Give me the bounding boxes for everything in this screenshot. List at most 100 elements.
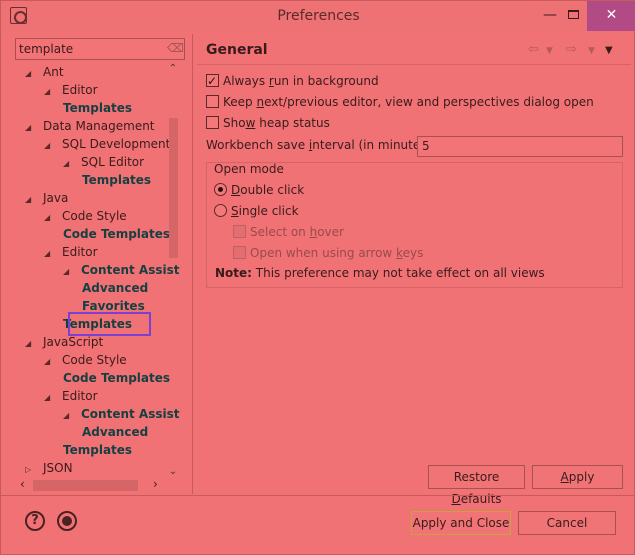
expand-toggle-icon[interactable]: ◢	[63, 155, 71, 173]
tree-node[interactable]: Advanced	[82, 423, 148, 441]
label: ext/previous editor, view and perspectiv…	[264, 95, 594, 109]
pane-divider[interactable]	[192, 34, 193, 494]
scroll-left-icon[interactable]: ‹	[20, 477, 25, 491]
tree-node-label: Ant	[43, 65, 64, 79]
tree-node[interactable]: ◢ Editor	[44, 243, 98, 261]
expand-toggle-icon[interactable]: ◢	[44, 137, 52, 155]
tree-node[interactable]: Templates	[82, 171, 151, 189]
checkbox-box[interactable]	[233, 246, 246, 259]
tree-node[interactable]: Templates	[63, 441, 132, 459]
checkbox-box[interactable]	[206, 116, 219, 129]
maximize-button[interactable]	[557, 1, 589, 31]
tree-node-label: Content Assist	[81, 407, 180, 421]
expand-toggle-icon[interactable]: ◢	[63, 263, 71, 281]
label: ingle click	[238, 204, 299, 218]
restore-defaults-button[interactable]: Restore Defaults	[428, 465, 525, 506]
label: Sho	[223, 116, 246, 130]
tree-node[interactable]: Code Templates	[63, 225, 170, 243]
label: Workbench save	[206, 138, 309, 152]
expand-toggle-icon[interactable]: ◢	[25, 335, 33, 353]
back-arrow-icon[interactable]: ⇦	[528, 42, 539, 57]
clear-filter-icon[interactable]: ⌫	[167, 42, 184, 55]
expand-toggle-icon[interactable]: ◢	[25, 191, 33, 209]
preferences-window: Preferences — ✕ ⌫ ◢ Ant ◢ Editor Templates ◢ D…	[0, 0, 635, 555]
expand-toggle-icon[interactable]: ◢	[44, 353, 52, 371]
expand-toggle-icon[interactable]: ◢	[44, 83, 52, 101]
cancel-button[interactable]: Cancel	[518, 511, 616, 535]
expand-toggle-icon[interactable]: ◢	[44, 389, 52, 407]
double-click-radio[interactable]: Double click	[214, 181, 304, 199]
tree-node[interactable]: Code Templates	[63, 369, 170, 387]
expand-toggle-icon[interactable]: ◢	[25, 119, 33, 137]
forward-arrow-icon[interactable]: ⇨	[566, 42, 577, 57]
tree-node[interactable]: ◢ Ant	[25, 63, 64, 81]
apply-and-close-button[interactable]: Apply and Close	[411, 511, 511, 535]
expand-toggle-icon[interactable]: ◢	[44, 245, 52, 263]
expand-toggle-icon[interactable]: ◢	[25, 65, 33, 83]
tree-node[interactable]: ◢ Editor	[44, 387, 98, 405]
tree-node-label: JavaScript	[43, 335, 104, 349]
checkbox-box[interactable]	[206, 95, 219, 108]
back-menu-icon[interactable]: ▼	[546, 46, 553, 56]
tree-node-label: Code Style	[62, 353, 127, 367]
select-on-hover-checkbox[interactable]: Select on hover	[233, 223, 344, 241]
apply-button[interactable]: Apply	[532, 465, 623, 489]
keep-next-previous-checkbox[interactable]: Keep next/previous editor, view and pers…	[206, 93, 594, 111]
label: Always	[223, 74, 269, 88]
filter-field[interactable]: ⌫	[15, 38, 185, 60]
checkbox-box[interactable]	[206, 72, 219, 90]
scrollbar-thumb[interactable]	[169, 118, 178, 258]
selection-highlight	[68, 312, 151, 336]
expand-toggle-icon[interactable]: ◢	[44, 209, 52, 227]
mnemonic: w	[245, 116, 256, 130]
scroll-up-icon[interactable]: ⌃	[166, 63, 180, 74]
show-heap-status-checkbox[interactable]: Show heap status	[206, 114, 330, 132]
always-run-background-checkbox[interactable]: Always run in background	[206, 72, 379, 90]
tree-node[interactable]: ◢ SQL Editor	[63, 153, 144, 171]
tree-vertical-scrollbar[interactable]: ⌃ ⌄	[166, 63, 180, 477]
tree-node-label: Advanced	[82, 425, 149, 439]
tree-node[interactable]: Advanced	[82, 279, 148, 297]
tree-node[interactable]: Templates	[63, 99, 132, 117]
tree-node-label: Templates	[63, 443, 133, 457]
tree-node[interactable]: ◢ Content Assist	[63, 405, 180, 423]
tree-node[interactable]: ◢ SQL Development	[44, 135, 170, 153]
tree-node[interactable]: ◢ Code Style	[44, 207, 127, 225]
tree-node-label: Content Assist	[81, 263, 180, 277]
filter-input[interactable]	[16, 39, 161, 59]
button-bar-separator	[1, 495, 635, 496]
expand-toggle-icon[interactable]: ◢	[63, 407, 71, 425]
checkbox-box[interactable]	[233, 225, 246, 238]
save-interval-label: Workbench save interval (in minutes):	[206, 138, 435, 152]
scroll-right-icon[interactable]: ›	[153, 477, 158, 491]
view-menu-icon[interactable]: ▼	[605, 45, 613, 56]
radio-button[interactable]	[214, 204, 227, 217]
open-with-arrow-keys-checkbox[interactable]: Open when using arrow keys	[233, 244, 423, 262]
label: over	[317, 225, 344, 239]
scrollbar-thumb[interactable]	[33, 480, 138, 491]
tree-node[interactable]: ▷ JSON	[25, 459, 73, 477]
help-icon[interactable]: ?	[25, 511, 45, 531]
expand-toggle-icon[interactable]: ▷	[25, 461, 33, 477]
preference-tree[interactable]: ◢ Ant ◢ Editor Templates ◢ Data Management ◢ SQL…	[15, 63, 185, 477]
scroll-down-icon[interactable]: ⌄	[166, 466, 180, 477]
tree-node-label: Templates	[63, 101, 133, 115]
single-click-radio[interactable]: Single click	[214, 202, 299, 220]
tree-node-label: Editor	[62, 245, 98, 259]
close-button[interactable]: ✕	[587, 1, 635, 31]
label: un in background	[273, 74, 379, 88]
tree-horizontal-scrollbar[interactable]: ‹ ›	[15, 477, 180, 493]
record-macro-icon[interactable]	[57, 511, 77, 531]
label: ouble click	[240, 183, 305, 197]
tree-node[interactable]: ◢ Editor	[44, 81, 98, 99]
save-interval-input[interactable]: 5	[417, 136, 623, 157]
note-body: This preference may not take effect on a…	[251, 266, 545, 280]
tree-node[interactable]: ◢ Data Management	[25, 117, 155, 135]
tree-node[interactable]: ◢ Java	[25, 189, 68, 207]
tree-node[interactable]: ◢ Code Style	[44, 351, 127, 369]
tree-node[interactable]: ◢ Content Assist	[63, 261, 180, 279]
forward-menu-icon[interactable]: ▼	[588, 46, 595, 56]
radio-button[interactable]	[214, 183, 227, 196]
tree-node-label: Code Style	[62, 209, 127, 223]
tree-node-label: Advanced	[82, 281, 149, 295]
